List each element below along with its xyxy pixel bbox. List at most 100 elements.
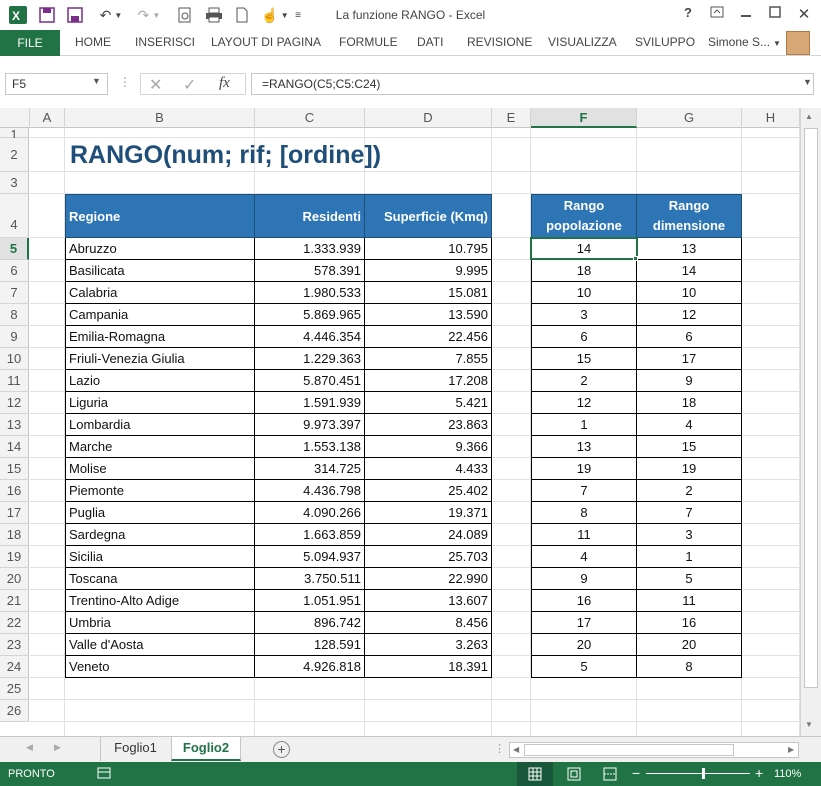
column-header-a[interactable]: A <box>30 108 65 128</box>
table-cell-residents[interactable]: 5.870.451 <box>255 370 365 392</box>
column-header-h[interactable]: H <box>742 108 800 128</box>
next-sheet-icon[interactable]: ▶ <box>54 742 61 753</box>
table-cell-region[interactable]: Toscana <box>65 568 255 590</box>
page-layout-view-icon[interactable] <box>567 767 581 784</box>
table-cell-residents[interactable]: 128.591 <box>255 634 365 656</box>
table-cell-residents[interactable]: 5.094.937 <box>255 546 365 568</box>
tab-home[interactable]: HOME <box>75 35 111 49</box>
table-cell-region[interactable]: Piemonte <box>65 480 255 502</box>
table-cell-region[interactable]: Emilia-Romagna <box>65 326 255 348</box>
table-cell-rank-population[interactable]: 17 <box>531 612 637 634</box>
table-cell-area[interactable]: 8.456 <box>365 612 492 634</box>
table-cell-residents[interactable]: 896.742 <box>255 612 365 634</box>
row-header-25[interactable]: 25 <box>0 678 29 700</box>
horizontal-scroll-thumb[interactable] <box>524 744 734 756</box>
table-cell-area[interactable]: 25.703 <box>365 546 492 568</box>
user-menu-chevron-icon[interactable]: ▼ <box>773 39 781 48</box>
table-cell-rank-dimension[interactable]: 1 <box>637 546 742 568</box>
scroll-right-icon[interactable]: ▶ <box>788 745 794 754</box>
zoom-slider[interactable] <box>646 773 750 774</box>
add-sheet-icon[interactable]: + <box>273 741 290 758</box>
cancel-icon[interactable]: ✕ <box>149 75 162 95</box>
sheet-tab-foglio1[interactable]: Foglio1 <box>100 737 170 761</box>
table-cell-region[interactable]: Campania <box>65 304 255 326</box>
table-cell-residents[interactable]: 1.333.939 <box>255 238 365 260</box>
table-cell-residents[interactable]: 9.973.397 <box>255 414 365 436</box>
table-cell-area[interactable]: 9.995 <box>365 260 492 282</box>
row-header-19[interactable]: 19 <box>0 546 29 568</box>
table-cell-area[interactable]: 24.089 <box>365 524 492 546</box>
table-cell-area[interactable]: 13.590 <box>365 304 492 326</box>
table-cell-rank-dimension[interactable]: 3 <box>637 524 742 546</box>
scroll-up-icon[interactable]: ▲ <box>805 112 813 121</box>
table-cell-residents[interactable]: 5.869.965 <box>255 304 365 326</box>
table-cell-region[interactable]: Marche <box>65 436 255 458</box>
table-cell-area[interactable]: 9.366 <box>365 436 492 458</box>
table-cell-rank-population[interactable]: 7 <box>531 480 637 502</box>
table-cell-residents[interactable]: 4.926.818 <box>255 656 365 678</box>
table-cell-rank-dimension[interactable]: 8 <box>637 656 742 678</box>
name-box-chevron-down-icon[interactable]: ▼ <box>92 76 101 86</box>
table-cell-area[interactable]: 22.990 <box>365 568 492 590</box>
table-cell-region[interactable]: Umbria <box>65 612 255 634</box>
vertical-scroll-thumb[interactable] <box>804 128 818 688</box>
table-cell-area[interactable]: 7.855 <box>365 348 492 370</box>
table-cell-rank-dimension[interactable]: 11 <box>637 590 742 612</box>
table-cell-rank-population[interactable]: 11 <box>531 524 637 546</box>
table-cell-region[interactable]: Valle d'Aosta <box>65 634 255 656</box>
table-cell-area[interactable]: 3.263 <box>365 634 492 656</box>
normal-view-button[interactable] <box>517 762 553 786</box>
table-cell-region[interactable]: Basilicata <box>65 260 255 282</box>
table-cell-rank-population[interactable]: 19 <box>531 458 637 480</box>
column-header-e[interactable]: E <box>492 108 531 128</box>
table-cell-area[interactable]: 13.607 <box>365 590 492 612</box>
table-cell-residents[interactable]: 4.090.266 <box>255 502 365 524</box>
table-cell-residents[interactable]: 578.391 <box>255 260 365 282</box>
row-header-11[interactable]: 11 <box>0 370 29 392</box>
table-cell-area[interactable]: 25.402 <box>365 480 492 502</box>
table-cell-residents[interactable]: 314.725 <box>255 458 365 480</box>
table-cell-rank-dimension[interactable]: 20 <box>637 634 742 656</box>
row-header-4[interactable]: 4 <box>0 194 29 238</box>
table-cell-rank-population[interactable]: 14 <box>531 238 637 260</box>
table-cell-area[interactable]: 23.863 <box>365 414 492 436</box>
table-cell-area[interactable]: 4.433 <box>365 458 492 480</box>
table-cell-area[interactable]: 5.421 <box>365 392 492 414</box>
table-cell-rank-population[interactable]: 4 <box>531 546 637 568</box>
table-cell-rank-dimension[interactable]: 12 <box>637 304 742 326</box>
minimize-icon[interactable] <box>735 5 757 25</box>
row-header-10[interactable]: 10 <box>0 348 29 370</box>
table-cell-rank-dimension[interactable]: 18 <box>637 392 742 414</box>
table-cell-area[interactable]: 19.371 <box>365 502 492 524</box>
column-header-c[interactable]: C <box>255 108 365 128</box>
row-header-6[interactable]: 6 <box>0 260 29 282</box>
zoom-level[interactable]: 110% <box>774 768 801 780</box>
column-header-b[interactable]: B <box>65 108 255 128</box>
tab-revisione[interactable]: REVISIONE <box>467 35 532 49</box>
vertical-scrollbar[interactable]: ▲ ▼ <box>800 108 821 736</box>
tab-visualizza[interactable]: VISUALIZZA <box>548 35 617 49</box>
table-cell-rank-dimension[interactable]: 4 <box>637 414 742 436</box>
table-cell-region[interactable]: Sardegna <box>65 524 255 546</box>
row-header-9[interactable]: 9 <box>0 326 29 348</box>
sheet-tab-foglio2[interactable]: Foglio2 <box>171 737 241 761</box>
tab-formule[interactable]: FORMULE <box>339 35 398 49</box>
tab-sviluppo[interactable]: SVILUPPO <box>635 35 695 49</box>
table-cell-rank-dimension[interactable]: 19 <box>637 458 742 480</box>
column-header-d[interactable]: D <box>365 108 492 128</box>
row-header-1[interactable]: 1 <box>0 128 29 142</box>
select-all-corner[interactable] <box>0 108 30 128</box>
table-cell-region[interactable]: Sicilia <box>65 546 255 568</box>
column-header-f[interactable]: F <box>531 108 637 128</box>
table-cell-region[interactable]: Liguria <box>65 392 255 414</box>
close-icon[interactable]: ✕ <box>793 5 815 25</box>
table-cell-residents[interactable]: 1.980.533 <box>255 282 365 304</box>
table-cell-residents[interactable]: 4.436.798 <box>255 480 365 502</box>
row-header-3[interactable]: 3 <box>0 172 29 194</box>
tab-dati[interactable]: DATI <box>417 35 443 49</box>
table-cell-region[interactable]: Veneto <box>65 656 255 678</box>
row-header-5[interactable]: 5 <box>0 238 29 260</box>
enter-icon[interactable]: ✓ <box>183 75 196 95</box>
row-header-16[interactable]: 16 <box>0 480 29 502</box>
table-cell-residents[interactable]: 1.229.363 <box>255 348 365 370</box>
